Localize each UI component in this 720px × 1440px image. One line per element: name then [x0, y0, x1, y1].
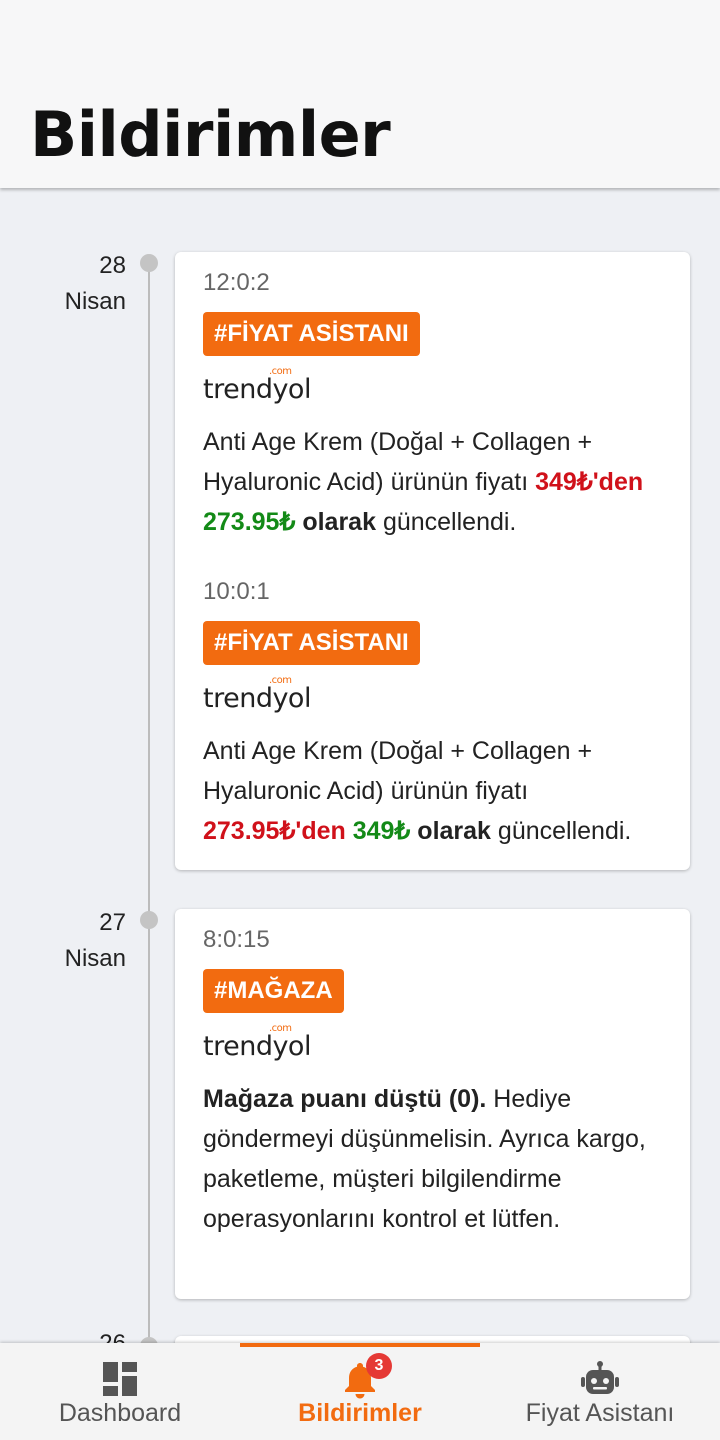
new-price: 349₺ — [352, 817, 411, 845]
bottom-nav: Dashboard 3 Bildirimler Fiyat Asistanı — [0, 1343, 720, 1440]
timeline-dot — [140, 911, 158, 929]
notification-badge: 3 — [366, 1353, 392, 1379]
message-text: Anti Age Krem (Doğal + Collagen + Hyalur… — [203, 737, 593, 805]
old-price: 349₺'den — [535, 468, 644, 496]
store-name: trendyol — [203, 683, 311, 714]
message-text-end: güncellendi. — [376, 508, 517, 536]
store-suffix: .com — [269, 1023, 292, 1034]
date-day: 28 — [99, 252, 126, 279]
old-price: 273.95₺'den — [203, 817, 346, 845]
date-label: 28 Nisan — [20, 248, 126, 320]
notification-card[interactable]: 12:0:2 #FİYAT ASİSTANI trendyol .com Ant… — [175, 252, 690, 870]
notification-card[interactable]: 8:0:15 #MAĞAZA trendyol .com Mağaza puan… — [175, 909, 690, 1299]
message-olarak: olarak — [417, 817, 491, 845]
notification-tag: #FİYAT ASİSTANI — [203, 621, 420, 665]
robot-icon — [581, 1361, 619, 1394]
notification-tag: #FİYAT ASİSTANI — [203, 312, 420, 356]
notification-tag: #MAĞAZA — [203, 969, 344, 1013]
notification-message: Anti Age Krem (Doğal + Collagen + Hyalur… — [203, 422, 673, 542]
notification-entry: 12:0:2 #FİYAT ASİSTANI trendyol .com Ant… — [203, 268, 673, 542]
message-text-end: güncellendi. — [490, 817, 632, 845]
nav-fiyat-asistani[interactable]: Fiyat Asistanı — [480, 1343, 720, 1440]
store-name: trendyol — [203, 374, 311, 405]
nav-dashboard[interactable]: Dashboard — [0, 1343, 240, 1440]
notification-entry: 8:0:15 #MAĞAZA trendyol .com Mağaza puan… — [203, 925, 673, 1239]
timeline-dot — [140, 254, 158, 272]
store-suffix: .com — [269, 366, 292, 377]
new-price: 273.95₺ — [203, 508, 296, 536]
app-header: Bildirimler — [0, 0, 720, 188]
page-title: Bildirimler — [30, 98, 391, 171]
timeline-line — [148, 262, 150, 1362]
nav-bildirimler[interactable]: 3 Bildirimler — [240, 1343, 480, 1440]
notification-message: Anti Age Krem (Doğal + Collagen + Hyalur… — [203, 731, 673, 851]
dashboard-icon — [103, 1362, 137, 1396]
message-text: Anti Age Krem (Doğal + Collagen + Hyalur… — [203, 428, 593, 496]
store-logo: trendyol .com — [203, 366, 673, 408]
store-logo: trendyol .com — [203, 675, 673, 717]
notification-time: 8:0:15 — [203, 926, 270, 953]
notification-time: 12:0:2 — [203, 269, 270, 296]
store-name: trendyol — [203, 1031, 311, 1062]
date-day: 27 — [99, 909, 126, 936]
date-label: 27 Nisan — [20, 905, 126, 977]
date-month: Nisan — [64, 945, 126, 972]
message-bold: Mağaza puanı düştü (0). — [203, 1085, 487, 1113]
store-logo: trendyol .com — [203, 1023, 673, 1065]
nav-label: Bildirimler — [298, 1399, 422, 1427]
message-olarak: olarak — [302, 508, 376, 536]
notification-message: Mağaza puanı düştü (0). Hediye göndermey… — [203, 1079, 673, 1239]
notification-time: 10:0:1 — [203, 578, 270, 605]
notification-entry: 10:0:1 #FİYAT ASİSTANI trendyol .com Ant… — [203, 577, 673, 851]
date-month: Nisan — [64, 288, 126, 315]
nav-label: Dashboard — [58, 1399, 182, 1427]
store-suffix: .com — [269, 675, 292, 686]
nav-label: Fiyat Asistanı — [525, 1399, 675, 1427]
